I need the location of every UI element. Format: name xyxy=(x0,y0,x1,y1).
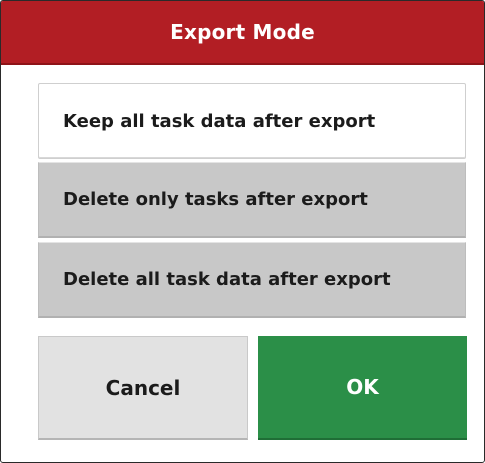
option-delete-only-tasks[interactable]: Delete only tasks after export xyxy=(38,162,466,238)
cancel-button[interactable]: Cancel xyxy=(38,336,248,440)
option-label: Delete all task data after export xyxy=(63,269,391,290)
cancel-button-label: Cancel xyxy=(105,375,181,400)
ok-button-label: OK xyxy=(346,375,379,399)
option-label: Keep all task data after export xyxy=(63,110,376,132)
dialog-title-bar: Export Mode xyxy=(1,1,484,65)
option-delete-all-task-data[interactable]: Delete all task data after export xyxy=(38,242,466,318)
dialog-title: Export Mode xyxy=(170,20,315,44)
export-mode-dialog: Export Mode Keep all task data after exp… xyxy=(0,0,485,463)
option-label: Delete only tasks after export xyxy=(63,189,368,210)
ok-button[interactable]: OK xyxy=(258,336,467,440)
option-keep-all-task-data[interactable]: Keep all task data after export xyxy=(38,83,466,159)
